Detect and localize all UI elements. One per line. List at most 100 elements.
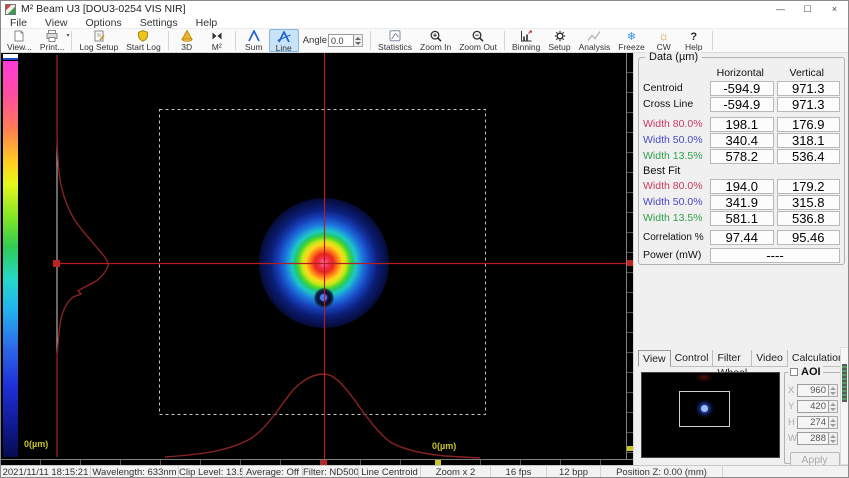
width50-v-value: 318.1 — [777, 133, 841, 148]
angle-input[interactable]: 0.0 — [328, 34, 354, 47]
aoi-y-row: Y 420 — [788, 400, 841, 413]
table-row: Width 80.0% 194.0 179.2 — [643, 178, 840, 194]
minimize-button[interactable]: — — [767, 1, 794, 17]
statusbar: 2021/11/11 18:15:21 Wavelength: 633nm Cl… — [1, 465, 848, 478]
tab-filter-wheel[interactable]: Filter Wheel — [713, 350, 752, 367]
row-label: Cross Line — [643, 98, 707, 110]
column-header-horizontal: Horizontal — [707, 67, 774, 79]
width50-h-value: 340.4 — [710, 133, 774, 148]
crossline-h-value: -594.9 — [710, 97, 774, 112]
aoi-y-input[interactable]: 420 — [797, 400, 829, 413]
print-button[interactable]: ▾ Print... — [36, 29, 69, 52]
status-filter: Filter: ND500 — [303, 466, 359, 478]
menu-settings[interactable]: Settings — [131, 17, 187, 28]
right-ruler — [626, 53, 633, 459]
row-label: Width 13.5% — [643, 150, 707, 162]
snowflake-icon: ❄ — [618, 30, 644, 42]
cw-button[interactable]: ☼ CW — [649, 29, 679, 52]
correlation-v-value: 95.46 — [777, 230, 841, 245]
bf-width135-v-value: 536.8 — [777, 211, 841, 226]
statistics-button[interactable]: Statistics — [374, 29, 416, 52]
log-setup-button[interactable]: Log Setup — [75, 29, 122, 52]
power-label: Power (mW) — [643, 249, 707, 261]
angle-label: Angle — [303, 35, 327, 46]
bf-width80-v-value: 179.2 — [777, 179, 841, 194]
start-log-button[interactable]: Start Log — [122, 29, 165, 52]
right-panel: Data (µm) Horizontal Vertical Centroid -… — [633, 53, 849, 465]
aoi-w-spinner[interactable] — [829, 432, 838, 445]
setup-button[interactable]: Setup — [544, 29, 574, 52]
aoi-y-spinner[interactable] — [829, 400, 838, 413]
menu-options[interactable]: Options — [77, 17, 131, 28]
aoi-h-input[interactable]: 274 — [797, 416, 829, 429]
width80-v-value: 176.9 — [777, 117, 841, 132]
close-button[interactable]: × — [821, 1, 848, 17]
aoi-rectangle — [160, 110, 486, 415]
intensity-colorbar — [3, 61, 18, 457]
aoi-checkbox[interactable] — [790, 368, 798, 376]
tab-video[interactable]: Video — [752, 350, 788, 367]
crosshair-axis-marker — [53, 260, 60, 267]
aoi-w-input[interactable]: 288 — [797, 432, 829, 445]
best-fit-label: Best Fit — [643, 164, 840, 178]
aoi-x-input[interactable]: 960 — [797, 384, 829, 397]
table-row: Cross Line -594.9 971.3 — [643, 96, 840, 112]
tab-control[interactable]: Control — [671, 350, 714, 367]
app-window: M² Beam U3 [DOU3-0254 VIS NIR] — ☐ × Fil… — [0, 0, 849, 478]
menu-view[interactable]: View — [36, 17, 77, 28]
maximize-button[interactable]: ☐ — [794, 1, 821, 17]
zoom-in-icon — [420, 30, 451, 42]
tab-view[interactable]: View — [638, 350, 671, 367]
v-axis-origin-label: 0(µm) — [24, 439, 48, 449]
width80-h-value: 198.1 — [710, 117, 774, 132]
binning-button[interactable]: Binning — [508, 29, 544, 52]
help-button[interactable]: ? Help — [679, 29, 709, 52]
status-position-z: Position Z: 0.00 (mm) — [601, 466, 723, 478]
beam-overlay — [20, 53, 626, 459]
status-wavelength: Wavelength: 633nm — [91, 466, 179, 478]
colorbar-cap — [3, 54, 18, 60]
beam-canvas[interactable]: 0(µm) 0(µm) — [20, 53, 626, 459]
beam-display-area: 0(µm) 0(µm) — [1, 53, 633, 465]
analysis-icon — [579, 30, 611, 42]
angle-control: Angle 0.0 — [299, 29, 367, 52]
scrollbar-thumb[interactable] — [842, 364, 847, 402]
panel-scrollbar[interactable] — [840, 347, 849, 465]
camera-preview[interactable] — [642, 373, 779, 457]
view-button[interactable]: View... — [3, 29, 36, 52]
statistics-icon — [378, 30, 412, 42]
bf-width50-h-value: 341.9 — [710, 195, 774, 210]
analysis-button[interactable]: Analysis — [575, 29, 615, 52]
zoom-out-button[interactable]: Zoom Out — [455, 29, 501, 52]
status-clip-level: Clip Level: 13.5% — [179, 466, 243, 478]
row-label: Centroid — [643, 82, 707, 94]
angle-spinner[interactable] — [354, 34, 363, 47]
table-row: Width 13.5% 578.2 536.4 — [643, 148, 840, 164]
aoi-h-label: H — [788, 417, 797, 428]
toolbar: View... ▾ Print... Log Setup Start Log 3… — [1, 29, 848, 53]
chevron-down-icon[interactable]: ▾ — [66, 32, 69, 39]
row-label: Width 80.0% — [643, 118, 707, 130]
freeze-button[interactable]: ❄ Freeze — [614, 29, 648, 52]
msq-button[interactable]: M² — [202, 29, 232, 52]
window-title: M² Beam U3 [DOU3-0254 VIS NIR] — [21, 3, 186, 15]
table-row: Width 50.0% 341.9 315.8 — [643, 194, 840, 210]
aoi-group: AOI X 960 Y 420 H 274 W 288 App — [784, 372, 845, 464]
menubar: File View Options Settings Help — [1, 17, 848, 29]
line-button[interactable]: Line — [269, 29, 299, 52]
sum-button[interactable]: Sum — [239, 29, 269, 52]
page-icon — [7, 30, 32, 42]
aoi-h-spinner[interactable] — [829, 416, 838, 429]
aoi-x-spinner[interactable] — [829, 384, 838, 397]
binning-icon — [512, 30, 540, 42]
centroid-v-value: 971.3 — [777, 81, 841, 96]
row-label: Width 50.0% — [643, 196, 707, 208]
menu-help[interactable]: Help — [187, 17, 227, 28]
menu-file[interactable]: File — [1, 17, 36, 28]
threed-button[interactable]: 3D — [172, 29, 202, 52]
zoom-in-button[interactable]: Zoom In — [416, 29, 455, 52]
width135-v-value: 536.4 — [777, 149, 841, 164]
width135-h-value: 578.2 — [710, 149, 774, 164]
aoi-y-label: Y — [788, 401, 797, 412]
status-datetime: 2021/11/11 18:15:21 — [1, 466, 91, 478]
